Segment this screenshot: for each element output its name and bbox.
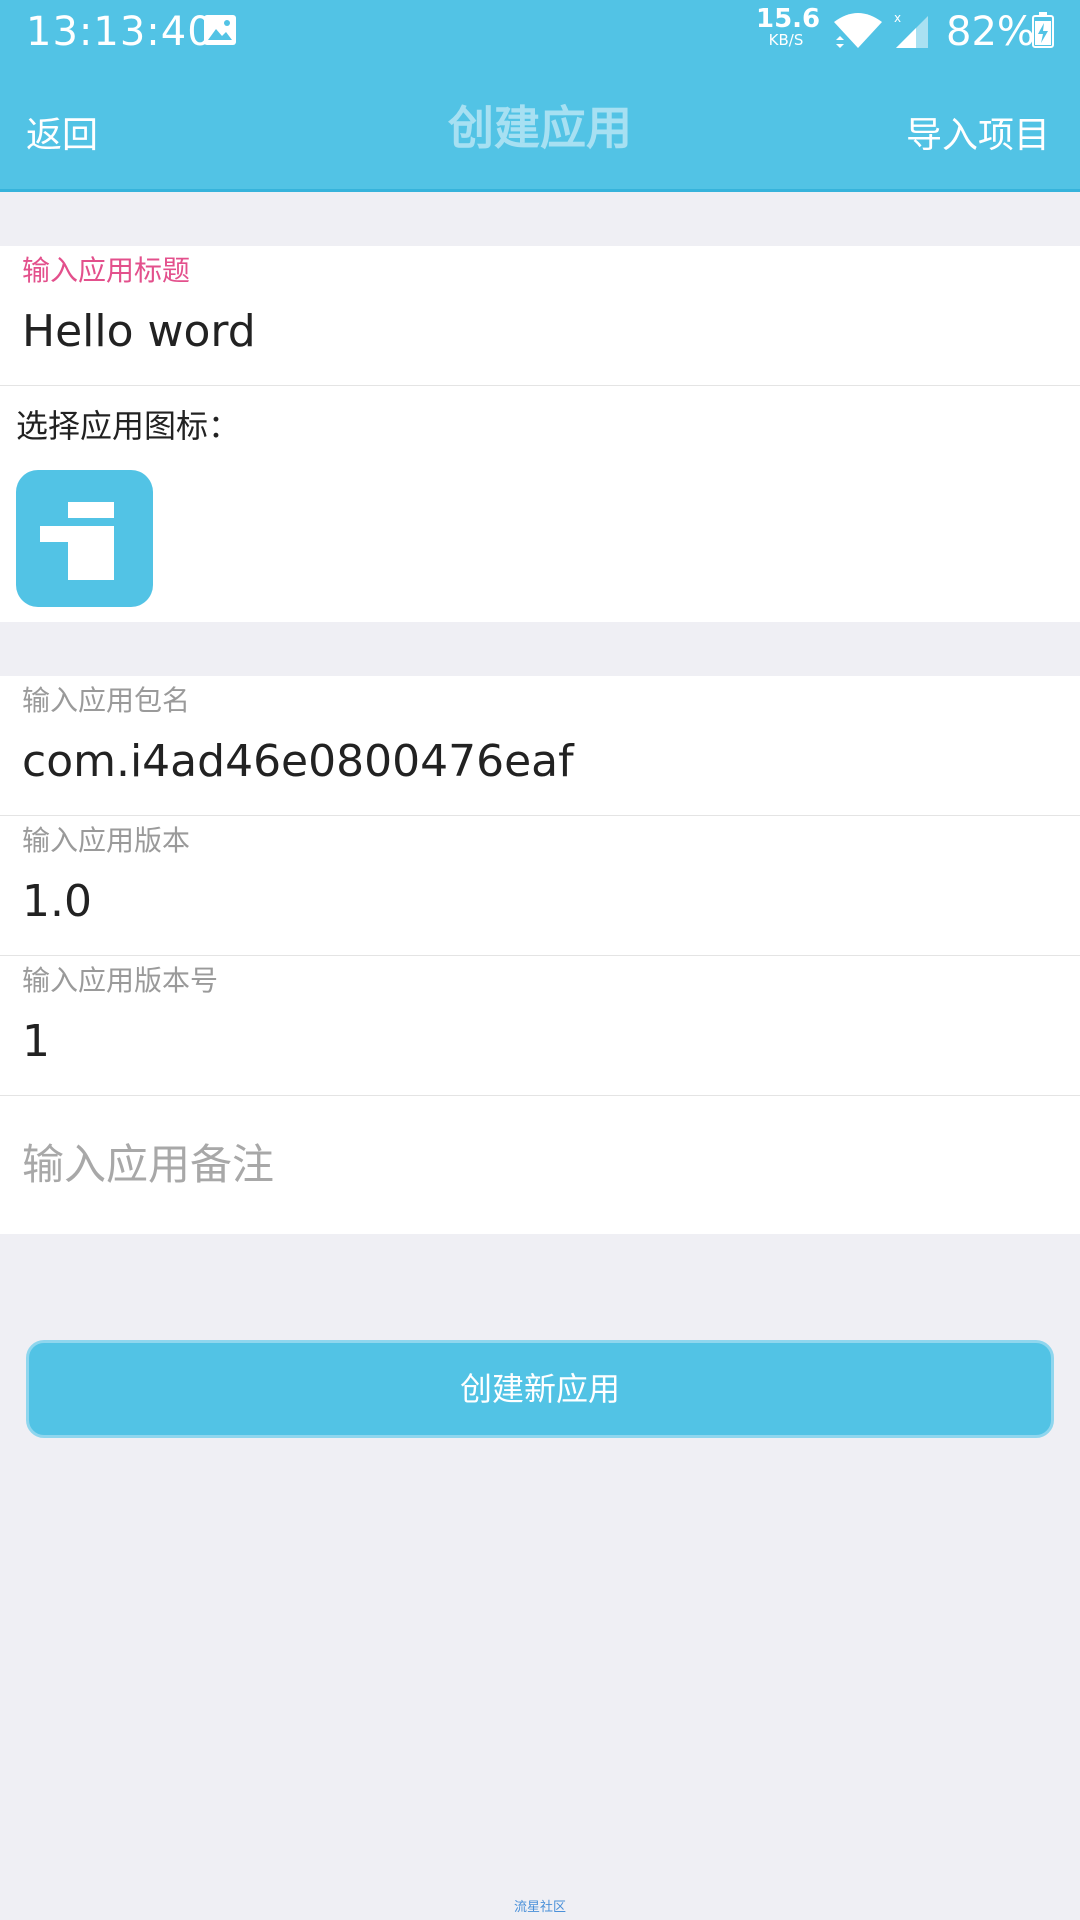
network-speed: 15.6 KB/S — [756, 4, 821, 49]
image-icon — [203, 14, 237, 46]
basic-info-section: 输入应用标题 选择应用图标： — [0, 246, 1080, 622]
network-speed-unit: KB/S — [768, 31, 804, 49]
version-code-label: 输入应用版本号 — [22, 964, 219, 997]
svg-text:x: x — [894, 11, 901, 25]
info-icon-stem — [68, 526, 114, 580]
battery-charging-icon — [1032, 12, 1054, 48]
app-title-label: 输入应用标题 — [22, 254, 191, 287]
package-name-field[interactable]: 输入应用包名 — [0, 676, 1080, 816]
version-field[interactable]: 输入应用版本 — [0, 816, 1080, 956]
version-label: 输入应用版本 — [22, 824, 191, 857]
import-project-button[interactable]: 导入项目 — [906, 114, 1050, 158]
package-info-section: 输入应用包名 输入应用版本 输入应用版本号 — [0, 676, 1080, 1234]
create-app-button[interactable]: 创建新应用 — [26, 1340, 1054, 1438]
app-icon-picker[interactable] — [16, 470, 153, 607]
remark-input[interactable] — [22, 1140, 1052, 1190]
app-title-field[interactable]: 输入应用标题 — [0, 246, 1080, 386]
version-code-input[interactable] — [22, 1016, 1052, 1068]
create-app-screen: 13:13:40 15.6 KB/S x 82% 返回 创建应用 导入项目 输入… — [0, 0, 1080, 1920]
signal-icon: x — [892, 10, 932, 50]
nav-bar: 返回 创建应用 导入项目 — [0, 64, 1080, 192]
version-input[interactable] — [22, 876, 1052, 928]
network-speed-value: 15.6 — [756, 4, 821, 34]
app-title-input[interactable] — [22, 306, 1052, 358]
info-icon-dot — [68, 502, 114, 518]
status-time: 13:13:40 — [26, 9, 214, 55]
battery-level: 82% — [946, 9, 1035, 55]
version-code-field[interactable]: 输入应用版本号 — [0, 956, 1080, 1096]
package-name-input[interactable] — [22, 736, 1052, 788]
wifi-icon — [832, 12, 884, 50]
remark-field[interactable] — [0, 1096, 1080, 1234]
package-name-label: 输入应用包名 — [22, 684, 191, 717]
status-bar: 13:13:40 15.6 KB/S x 82% — [0, 0, 1080, 64]
icon-chooser-label: 选择应用图标： — [16, 407, 241, 445]
app-header: 13:13:40 15.6 KB/S x 82% 返回 创建应用 导入项目 — [0, 0, 1080, 192]
watermark: 流星社区 — [513, 1900, 566, 1915]
